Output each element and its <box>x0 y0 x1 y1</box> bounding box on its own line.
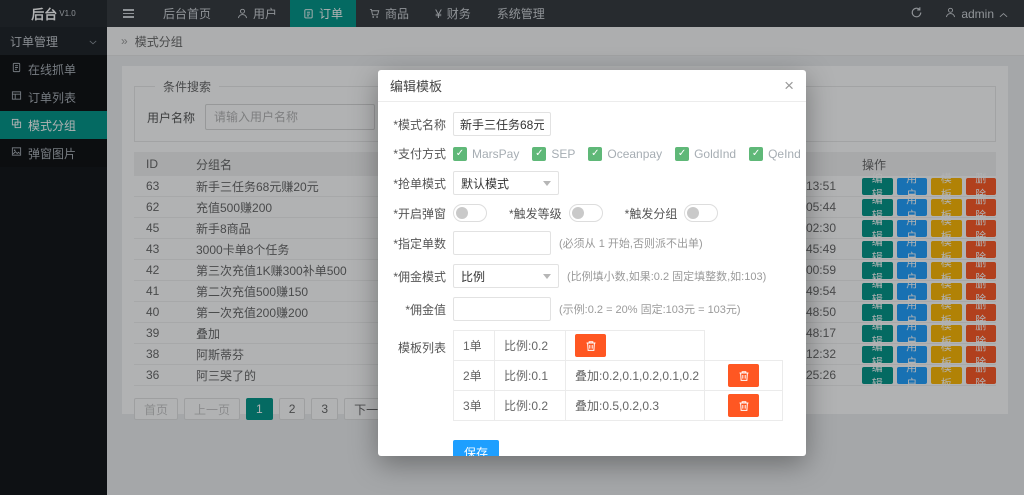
checkbox-label: MarsPay <box>472 147 519 161</box>
checkbox-goldind[interactable]: ✓ <box>675 147 689 161</box>
delete-template-button[interactable] <box>575 334 606 357</box>
commission-mode-select[interactable]: 比例 <box>453 264 559 288</box>
modal-header: 编辑模板 × <box>378 70 806 102</box>
app-window: 后台V1.0 后台首页 用户 订单 商品 ¥ 财务 系统管理 <box>0 0 1024 495</box>
level-toggle[interactable] <box>569 204 603 222</box>
caret-down-icon <box>543 181 551 186</box>
edit-template-modal: 编辑模板 × *模式名称 *支付方式 ✓ MarsPay ✓ SEP ✓ Oceanp… <box>378 70 806 456</box>
order-count-label: *指定单数 <box>384 235 446 252</box>
trigger-group-toggle[interactable] <box>684 204 718 222</box>
commission-mode-value: 比例 <box>461 268 485 285</box>
commission-value-hint: (示例:0.2 = 20% 固定:103元 = 103元) <box>559 301 741 317</box>
delete-template-button[interactable] <box>728 364 759 387</box>
template-order: 1单 <box>453 330 495 361</box>
checkbox-label: SEP <box>551 147 575 161</box>
save-button[interactable]: 保存 <box>453 440 499 456</box>
checkbox-label: QeInd <box>768 147 801 161</box>
template-row: 3单 比例:0.2 叠加:0.5,0.2,0.3 <box>453 390 783 421</box>
mode-name-label: *模式名称 <box>384 116 446 133</box>
checkbox-oceanpay[interactable]: ✓ <box>588 147 602 161</box>
template-stack: 叠加:0.5,0.2,0.3 <box>565 390 705 421</box>
level-toggle-label: *触发等级 <box>509 205 562 222</box>
template-ratio: 比例:0.2 <box>494 330 566 361</box>
popup-toggle[interactable] <box>453 204 487 222</box>
template-ratio: 比例:0.2 <box>494 390 566 421</box>
mode-name-input[interactable] <box>453 112 551 136</box>
pay-method-label: *支付方式 <box>384 145 446 162</box>
pay-method-options: ✓ MarsPay ✓ SEP ✓ Oceanpay ✓ GoldInd ✓ QeInd <box>453 147 806 161</box>
template-stack: 叠加:0.2,0.1,0.2,0.1,0.2 <box>565 360 705 391</box>
template-row: 2单 比例:0.1 叠加:0.2,0.1,0.2,0.1,0.2 <box>453 360 783 391</box>
template-row: 1单 比例:0.2 <box>453 330 783 361</box>
order-count-input[interactable] <box>453 231 551 255</box>
grab-mode-value: 默认模式 <box>461 175 509 192</box>
trigger-group-toggle-label: *触发分组 <box>625 205 678 222</box>
checkbox-sep[interactable]: ✓ <box>532 147 546 161</box>
template-list-label: 模板列表 <box>384 339 446 356</box>
template-order: 3单 <box>453 390 495 421</box>
template-action-cell <box>704 360 783 391</box>
checkbox-label: Oceanpay <box>607 147 662 161</box>
modal-body: *模式名称 *支付方式 ✓ MarsPay ✓ SEP ✓ Oceanpay ✓ Gol… <box>378 102 806 456</box>
template-stack-cell <box>565 330 705 361</box>
close-icon[interactable]: × <box>784 77 794 94</box>
checkbox-label: GoldInd <box>694 147 736 161</box>
template-ratio: 比例:0.1 <box>494 360 566 391</box>
delete-template-button[interactable] <box>728 394 759 417</box>
template-action-cell <box>704 390 783 421</box>
popup-toggle-label: *开启弹窗 <box>384 205 446 222</box>
commission-value-label: *佣金值 <box>384 301 446 318</box>
commission-mode-label: *佣金模式 <box>384 268 446 285</box>
caret-down-icon <box>543 274 551 279</box>
commission-mode-hint: (比例填小数,如果:0.2 固定填整数,如:103) <box>567 268 766 284</box>
commission-value-input[interactable] <box>453 297 551 321</box>
checkbox-qeind[interactable]: ✓ <box>749 147 763 161</box>
order-count-hint: (必须从 1 开始,否则派不出单) <box>559 235 703 251</box>
modal-title: 编辑模板 <box>390 76 442 95</box>
checkbox-marspay[interactable]: ✓ <box>453 147 467 161</box>
grab-mode-select[interactable]: 默认模式 <box>453 171 559 195</box>
grab-mode-label: *抢单模式 <box>384 175 446 192</box>
template-list-table: 1单 比例:0.2 2单 比例:0.1 叠加:0.2,0.1,0.2,0.1,0… <box>453 330 783 421</box>
template-order: 2单 <box>453 360 495 391</box>
